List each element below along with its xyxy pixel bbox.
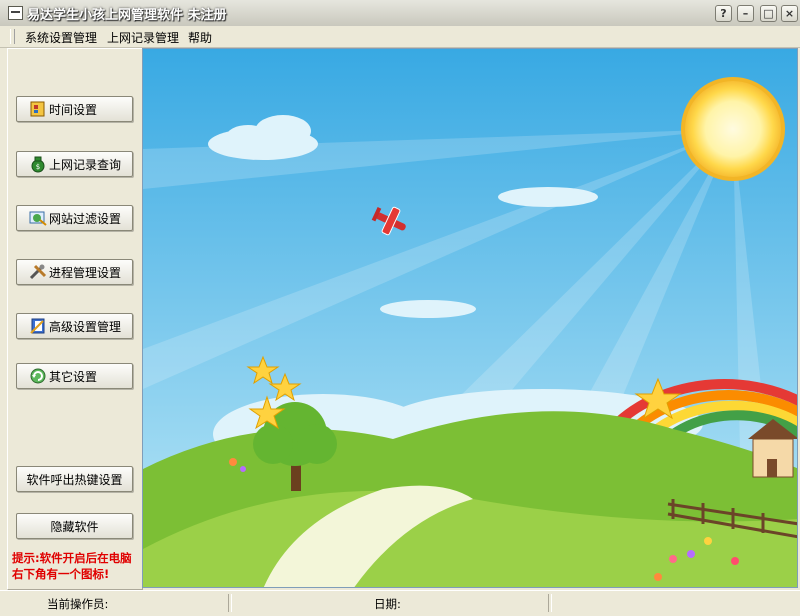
hide-software-button[interactable]: 隐藏软件 <box>16 513 133 539</box>
process-management-label: 进程管理设置 <box>49 265 122 280</box>
menu-grip <box>10 29 15 44</box>
web-filter-icon <box>29 211 47 226</box>
tools-icon <box>29 264 47 280</box>
title-bar[interactable]: 易达学生小孩上网管理软件 未注册 ? – □ × <box>0 0 800 27</box>
hotkey-settings-button[interactable]: 软件呼出热键设置 <box>16 466 133 492</box>
time-settings-button[interactable]: 时间设置 <box>16 96 133 122</box>
sidebar: 时间设置 $ 上网记录查询 网站过滤设置 进程管理设置 高级设置管理 其它设置 … <box>7 48 143 590</box>
minimize-button[interactable]: – <box>737 5 754 22</box>
menu-browsing-records[interactable]: 上网记录管理 <box>107 29 179 46</box>
money-bag-icon: $ <box>31 156 45 173</box>
other-settings-label: 其它设置 <box>49 369 98 384</box>
maximize-button[interactable]: □ <box>760 5 777 22</box>
process-management-button[interactable]: 进程管理设置 <box>16 259 133 285</box>
website-filter-button[interactable]: 网站过滤设置 <box>16 205 133 231</box>
clock-icon <box>30 101 45 117</box>
app-menu-icon[interactable] <box>8 6 23 20</box>
website-filter-label: 网站过滤设置 <box>49 211 122 226</box>
date-label: 日期: <box>374 597 401 611</box>
status-bar: 当前操作员: 日期: <box>0 590 800 616</box>
notebook-icon <box>30 318 45 334</box>
help-button[interactable]: ? <box>715 5 732 22</box>
browsing-records-button[interactable]: $ 上网记录查询 <box>16 151 133 177</box>
hint-text: 提示:软件开启后在电脑右下角有一个图标! <box>12 551 132 581</box>
svg-text:$: $ <box>36 163 40 171</box>
menu-bar: 系统设置管理 上网记录管理 帮助 <box>0 26 800 48</box>
refresh-icon <box>30 368 46 384</box>
operator-label: 当前操作员: <box>47 597 109 611</box>
other-settings-button[interactable]: 其它设置 <box>16 363 133 389</box>
time-settings-label: 时间设置 <box>49 102 98 117</box>
sun <box>681 77 785 181</box>
advanced-settings-button[interactable]: 高级设置管理 <box>16 313 133 339</box>
advanced-settings-label: 高级设置管理 <box>49 319 122 334</box>
window-title: 易达学生小孩上网管理软件 未注册 <box>27 8 227 23</box>
status-divider <box>228 594 232 612</box>
landscape-illustration <box>143 49 797 587</box>
menu-help[interactable]: 帮助 <box>188 29 212 46</box>
browsing-records-label: 上网记录查询 <box>49 157 122 172</box>
close-button[interactable]: × <box>781 5 798 22</box>
menu-system-settings[interactable]: 系统设置管理 <box>25 29 97 46</box>
status-divider <box>548 594 552 612</box>
banner-illustration <box>142 48 798 588</box>
